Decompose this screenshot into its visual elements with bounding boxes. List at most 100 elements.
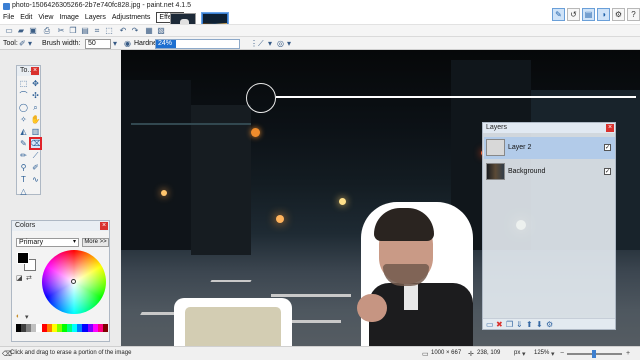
pencil-icon[interactable]: ✏: [18, 150, 29, 161]
color-wheel[interactable]: [42, 250, 106, 314]
road-marking: [210, 280, 252, 282]
menu-layers[interactable]: Layers: [85, 13, 106, 23]
layer-name: Background: [508, 168, 546, 175]
cut-icon[interactable]: ✂: [56, 26, 66, 36]
swap-colors-icon[interactable]: ⇄: [26, 274, 32, 282]
chevron-down-icon[interactable]: ▾: [522, 350, 526, 358]
deselect-icon[interactable]: ⬚: [104, 26, 114, 36]
paintbrush-icon[interactable]: ✎: [18, 138, 29, 149]
workspace: To... × ⬚ ✥ ⌒ ✣ ◯ ⌕ ✧ ✋ ◭ ▥ ✎ ⌫ ✏ ⟋ ⚲ ✐ …: [0, 50, 640, 346]
chevron-down-icon[interactable]: ▾: [268, 39, 272, 48]
duplicate-layer-icon[interactable]: ❐: [506, 320, 513, 329]
history-window-toggle-icon[interactable]: ↺: [567, 8, 580, 21]
hardness-slider[interactable]: 24%: [155, 39, 240, 49]
chevron-down-icon[interactable]: ▾: [28, 39, 32, 48]
zoom-icon[interactable]: ⌕: [30, 102, 41, 113]
antialiasing-icon[interactable]: ◉: [124, 39, 131, 48]
new-image-icon[interactable]: ▭: [4, 26, 14, 36]
reset-colors-icon[interactable]: ◪: [16, 274, 23, 282]
zoom-out-icon[interactable]: −: [560, 350, 564, 357]
color-palette[interactable]: [16, 324, 108, 332]
layer-visibility-checkbox[interactable]: ✓: [604, 144, 611, 151]
layer-properties-icon[interactable]: ⚙: [546, 320, 553, 329]
recolor-icon[interactable]: ✐: [30, 162, 41, 173]
layers-window-toggle-icon[interactable]: ▤: [582, 8, 595, 21]
close-icon[interactable]: ×: [100, 222, 108, 230]
chevron-down-icon[interactable]: ▾: [287, 39, 291, 48]
move-layer-down-icon[interactable]: ⬇: [536, 320, 543, 329]
primary-color-swatch[interactable]: [17, 252, 29, 264]
lasso-select-icon[interactable]: ⌒: [18, 90, 29, 101]
colors-panel-header[interactable]: Colors ×: [12, 221, 109, 231]
menu-image[interactable]: Image: [59, 13, 78, 23]
person-hand: [357, 294, 387, 322]
layers-panel-title: Layers: [486, 124, 508, 131]
brush-width-label: Brush width:: [42, 40, 81, 47]
add-layer-icon[interactable]: ▭: [486, 320, 494, 329]
tools-panel-header[interactable]: To... ×: [17, 66, 40, 76]
antialiasing-toggle-icon[interactable]: ⟋: [258, 39, 264, 49]
more-colors-button[interactable]: More >>: [82, 238, 109, 247]
chevron-down-icon[interactable]: ▾: [113, 39, 117, 48]
palette-icon[interactable]: ◐: [16, 313, 20, 320]
close-icon[interactable]: ×: [606, 124, 614, 132]
colors-window-toggle-icon[interactable]: ◑: [597, 8, 610, 21]
tool-grid: ⬚ ✥ ⌒ ✣ ◯ ⌕ ✧ ✋ ◭ ▥ ✎ ⌫ ✏ ⟋ ⚲ ✐ T ∿ △: [18, 78, 42, 197]
layer-row[interactable]: Background ✓: [484, 161, 615, 183]
merge-layer-down-icon[interactable]: ⇓: [516, 320, 523, 329]
paint-bucket-icon[interactable]: ◭: [18, 126, 29, 137]
close-icon[interactable]: ×: [31, 67, 39, 75]
rulers-icon[interactable]: ▧: [156, 26, 166, 36]
tools-window-toggle-icon[interactable]: ✎: [552, 8, 565, 21]
menu-adjustments[interactable]: Adjustments: [112, 13, 151, 23]
layers-panel-header[interactable]: Layers ×: [483, 123, 615, 133]
copy-icon[interactable]: ❐: [68, 26, 78, 36]
rectangle-select-icon[interactable]: ⬚: [18, 78, 29, 89]
move-selection-icon[interactable]: ✥: [30, 78, 41, 89]
save-icon[interactable]: ▣: [28, 26, 38, 36]
units-select[interactable]: px: [514, 350, 520, 356]
move-selected-icon[interactable]: ✣: [30, 90, 41, 101]
status-hint: Click and drag to erase a portion of the…: [10, 350, 132, 356]
menu-view[interactable]: View: [38, 13, 53, 23]
paste-icon[interactable]: ▤: [80, 26, 90, 36]
redo-icon[interactable]: ↷: [130, 26, 140, 36]
brush-width-input[interactable]: 50: [85, 39, 111, 49]
ellipse-select-icon[interactable]: ◯: [18, 102, 29, 113]
brush-width-value: 50: [88, 40, 96, 47]
color-mode-select[interactable]: Primary ▾: [16, 238, 79, 247]
eraser-icon[interactable]: ✐: [19, 39, 26, 48]
colors-panel: Colors × Primary ▾ More >> ◪ ⇄ ◐ ▾: [11, 220, 110, 342]
open-icon[interactable]: ▰: [16, 26, 26, 36]
shapes-icon[interactable]: △: [18, 186, 29, 197]
chevron-down-icon[interactable]: ▾: [25, 313, 29, 321]
zoom-slider-handle[interactable]: [592, 350, 596, 358]
zoom-level[interactable]: 125%: [534, 350, 549, 356]
cursor-position-icon: ✛: [468, 351, 474, 358]
magic-wand-icon[interactable]: ✧: [18, 114, 29, 125]
delete-layer-icon[interactable]: ✖: [496, 320, 503, 329]
layer-visibility-checkbox[interactable]: ✓: [604, 168, 611, 175]
grid-icon[interactable]: ▦: [144, 26, 154, 36]
clone-stamp-icon[interactable]: ⚲: [18, 162, 29, 173]
pan-icon[interactable]: ✋: [30, 114, 41, 125]
gradient-icon[interactable]: ▥: [30, 126, 41, 137]
blend-mode-icon[interactable]: ◎: [277, 39, 284, 48]
settings-icon[interactable]: ⚙: [612, 8, 625, 21]
menu-edit[interactable]: Edit: [20, 13, 32, 23]
print-icon[interactable]: ⎙: [42, 26, 52, 36]
layer-row[interactable]: Layer 2 ✓: [484, 137, 615, 159]
menu-file[interactable]: File: [3, 13, 14, 23]
help-icon[interactable]: ?: [627, 8, 640, 21]
window-title: photo-1506426305266-2b7e740fc828.jpg - p…: [12, 2, 192, 9]
layer-name: Layer 2: [508, 144, 532, 151]
eraser-tool-icon[interactable]: ⌫: [29, 137, 42, 150]
zoom-in-icon[interactable]: +: [626, 350, 630, 357]
chevron-down-icon[interactable]: ▾: [551, 350, 555, 358]
undo-icon[interactable]: ↶: [118, 26, 128, 36]
text-icon[interactable]: T: [18, 174, 29, 185]
color-picker-icon[interactable]: ⟋: [30, 150, 41, 161]
line-curve-icon[interactable]: ∿: [30, 174, 41, 185]
move-layer-up-icon[interactable]: ⬆: [526, 320, 533, 329]
crop-icon[interactable]: ⌗: [92, 26, 102, 36]
